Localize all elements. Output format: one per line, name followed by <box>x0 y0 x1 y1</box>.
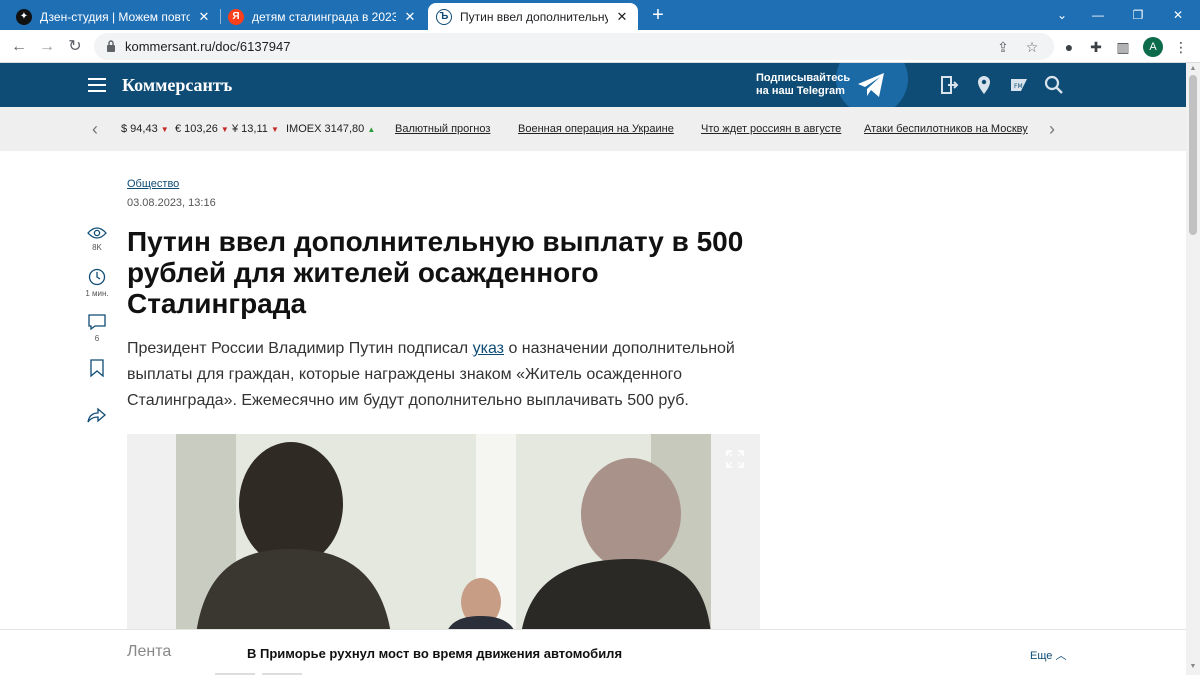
bookmark-article[interactable] <box>84 358 110 378</box>
share-arrow-icon[interactable] <box>87 406 107 424</box>
yandex-favicon-icon: Я <box>228 8 244 25</box>
telegram-promo-line2: на наш Telegram <box>756 85 845 97</box>
article-rubric[interactable]: Общество <box>127 178 179 190</box>
ticker-link-drones[interactable]: Атаки беспилотников на Москву <box>864 123 1028 135</box>
hamburger-menu-icon[interactable] <box>88 78 106 92</box>
news-feed-bar: Лента В Приморье рухнул мост во время дв… <box>0 629 1186 675</box>
share-article[interactable] <box>84 406 110 424</box>
tab-title: Дзен-студия | Можем повторит <box>40 9 190 24</box>
close-tab-icon[interactable]: ✕ <box>196 9 212 25</box>
photo-illustration <box>176 434 711 634</box>
browser-toolbar: ← → ↻ kommersant.ru/doc/6137947 ⇪ ☆ ● ✚ … <box>0 30 1200 63</box>
article-title: Путин ввел дополнительную выплату в 500 … <box>127 226 744 319</box>
location-pin-icon[interactable] <box>973 74 995 96</box>
chevron-up-icon: ︿ <box>1055 650 1067 662</box>
close-tab-icon[interactable]: ✕ <box>402 9 418 25</box>
puzzle-extensions-icon[interactable]: ✚ <box>1085 36 1107 58</box>
ticker-link-ukraine[interactable]: Военная операция на Украине <box>518 123 674 135</box>
profile-avatar[interactable]: A <box>1143 37 1163 57</box>
share-icon[interactable]: ⇪ <box>994 38 1012 56</box>
side-panel-icon[interactable]: ▥ <box>1112 36 1134 58</box>
ticker-bar: ‹ $ 94,43 ▼ € 103,26 ▼ ¥ 13,11 ▼ IMOEX 3… <box>0 107 1186 151</box>
quote-cny[interactable]: ¥ 13,11 ▼ <box>232 123 279 135</box>
ticker-link-currency[interactable]: Валютный прогноз <box>395 123 490 135</box>
scroll-up-icon[interactable]: ▲ <box>1189 65 1197 73</box>
browser-menu-icon[interactable]: ⋮ <box>1170 36 1192 58</box>
new-tab-button[interactable]: + <box>646 4 670 28</box>
scroll-down-icon[interactable]: ▼ <box>1189 663 1197 671</box>
comments-count: 6 <box>94 334 100 343</box>
article-date: 03.08.2023, 13:16 <box>127 197 216 209</box>
forward-button[interactable]: → <box>36 36 58 58</box>
ticker-link-august[interactable]: Что ждет россиян в августе <box>701 123 841 135</box>
quote-imoex[interactable]: IMOEX 3147,80 ▲ <box>286 123 375 135</box>
eye-icon <box>87 227 107 239</box>
site-logo[interactable]: Коммерсантъ <box>122 75 232 96</box>
search-icon[interactable] <box>1043 74 1065 96</box>
comment-icon[interactable] <box>87 313 107 331</box>
views-counter: 8K <box>84 226 110 252</box>
lead-text-start: Президент России Владимир Путин подписал <box>127 340 473 357</box>
feed-headline[interactable]: В Приморье рухнул мост во время движения… <box>247 646 622 661</box>
ticker-next-icon[interactable]: › <box>1049 119 1055 140</box>
close-window-button[interactable]: ✕ <box>1156 0 1200 30</box>
url-text: kommersant.ru/doc/6137947 <box>125 39 291 54</box>
article-lead: Президент России Владимир Путин подписал… <box>127 336 757 414</box>
close-tab-icon[interactable]: ✕ <box>614 9 630 25</box>
bookmark-icon[interactable] <box>89 358 105 378</box>
read-time-value: 1 мин. <box>85 289 109 298</box>
dzen-favicon-icon: ✦ <box>16 8 32 25</box>
telegram-promo-line1: Подписывайтесь <box>756 72 851 84</box>
tab-kommersant[interactable]: Ъ Путин ввел дополнительную вы ✕ <box>428 3 638 30</box>
quote-eur[interactable]: € 103,26 ▼ <box>175 123 229 135</box>
kommersant-favicon-icon: Ъ <box>436 8 452 25</box>
clock-icon <box>88 268 106 286</box>
fullscreen-expand-icon[interactable] <box>725 449 745 469</box>
comments-counter[interactable]: 6 <box>84 313 110 343</box>
login-icon[interactable] <box>938 74 960 96</box>
quote-usd[interactable]: $ 94,43 ▼ <box>121 123 169 135</box>
reload-button[interactable]: ↻ <box>64 36 86 58</box>
scrollbar-thumb[interactable] <box>1189 75 1197 235</box>
lock-icon <box>107 40 115 52</box>
tab-dzen[interactable]: ✦ Дзен-студия | Можем повторит ✕ <box>8 3 220 30</box>
minimize-button[interactable]: — <box>1076 0 1120 30</box>
svg-text:FM: FM <box>1014 83 1023 90</box>
tab-title: детям сталинграда в 2023 году <box>252 9 396 24</box>
address-bar[interactable]: kommersant.ru/doc/6137947 ⇪ ☆ <box>94 33 1054 60</box>
feed-label[interactable]: Лента <box>127 643 171 661</box>
feed-more-button[interactable]: Еще ︿ <box>1030 647 1066 663</box>
back-button[interactable]: ← <box>8 36 30 58</box>
site-header: Коммерсантъ Подписывайтесь на наш Telegr… <box>0 63 1186 107</box>
browser-tab-strip: ✦ Дзен-студия | Можем повторит ✕ Я детям… <box>0 0 1200 30</box>
tab-yandex[interactable]: Я детям сталинграда в 2023 году ✕ <box>220 3 426 30</box>
article-photo-container <box>127 434 760 634</box>
telegram-icon[interactable] <box>856 71 886 99</box>
views-count: 8K <box>92 243 102 252</box>
page-scrollbar[interactable]: ▲ ▼ <box>1186 63 1200 675</box>
article-photo[interactable] <box>176 434 711 634</box>
feed-more-label: Еще <box>1030 650 1053 662</box>
radio-fm-icon[interactable]: FM <box>1008 74 1030 96</box>
telegram-promo[interactable]: Подписывайтесь на наш Telegram <box>756 72 850 98</box>
bookmark-star-icon[interactable]: ☆ <box>1023 38 1041 56</box>
tab-title: Путин ввел дополнительную вы <box>460 9 608 24</box>
restore-button[interactable]: ❐ <box>1116 0 1160 30</box>
extension-icon[interactable]: ● <box>1058 36 1080 58</box>
read-time: 1 мин. <box>84 268 110 298</box>
ticker-prev-icon[interactable]: ‹ <box>92 119 98 140</box>
decree-link[interactable]: указ <box>473 340 504 357</box>
